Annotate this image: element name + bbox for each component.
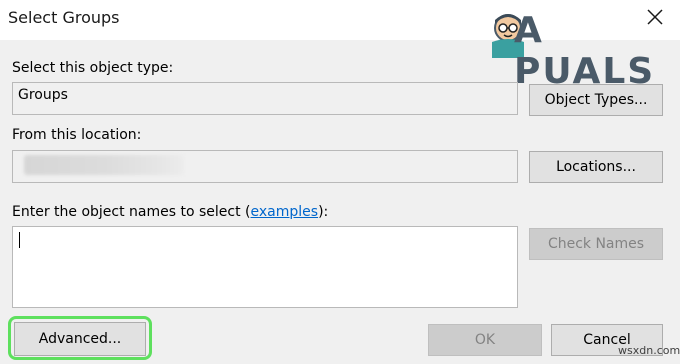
logo-wordmark: A PUALS bbox=[514, 10, 656, 92]
appuals-logo: A PUALS bbox=[464, 10, 676, 92]
names-label-suffix: ): bbox=[318, 204, 329, 220]
locations-button[interactable]: Locations... bbox=[529, 151, 663, 183]
object-type-label: Select this object type: bbox=[12, 60, 174, 76]
location-value-redacted bbox=[24, 155, 184, 175]
object-names-input[interactable] bbox=[12, 226, 518, 308]
object-type-value: Groups bbox=[18, 87, 68, 103]
text-caret bbox=[19, 232, 20, 248]
object-types-button[interactable]: Object Types... bbox=[529, 84, 663, 116]
advanced-highlight bbox=[8, 316, 152, 360]
watermark: wsxdn.com bbox=[618, 344, 680, 357]
window-title: Select Groups bbox=[8, 8, 120, 27]
location-label: From this location: bbox=[12, 127, 142, 143]
check-names-button[interactable]: Check Names bbox=[529, 228, 663, 260]
names-label: Enter the object names to select (exampl… bbox=[12, 204, 328, 220]
object-type-field: Groups bbox=[12, 82, 518, 115]
ok-button[interactable]: OK bbox=[428, 324, 542, 356]
names-label-prefix: Enter the object names to select ( bbox=[12, 204, 251, 220]
examples-link[interactable]: examples bbox=[251, 204, 319, 220]
